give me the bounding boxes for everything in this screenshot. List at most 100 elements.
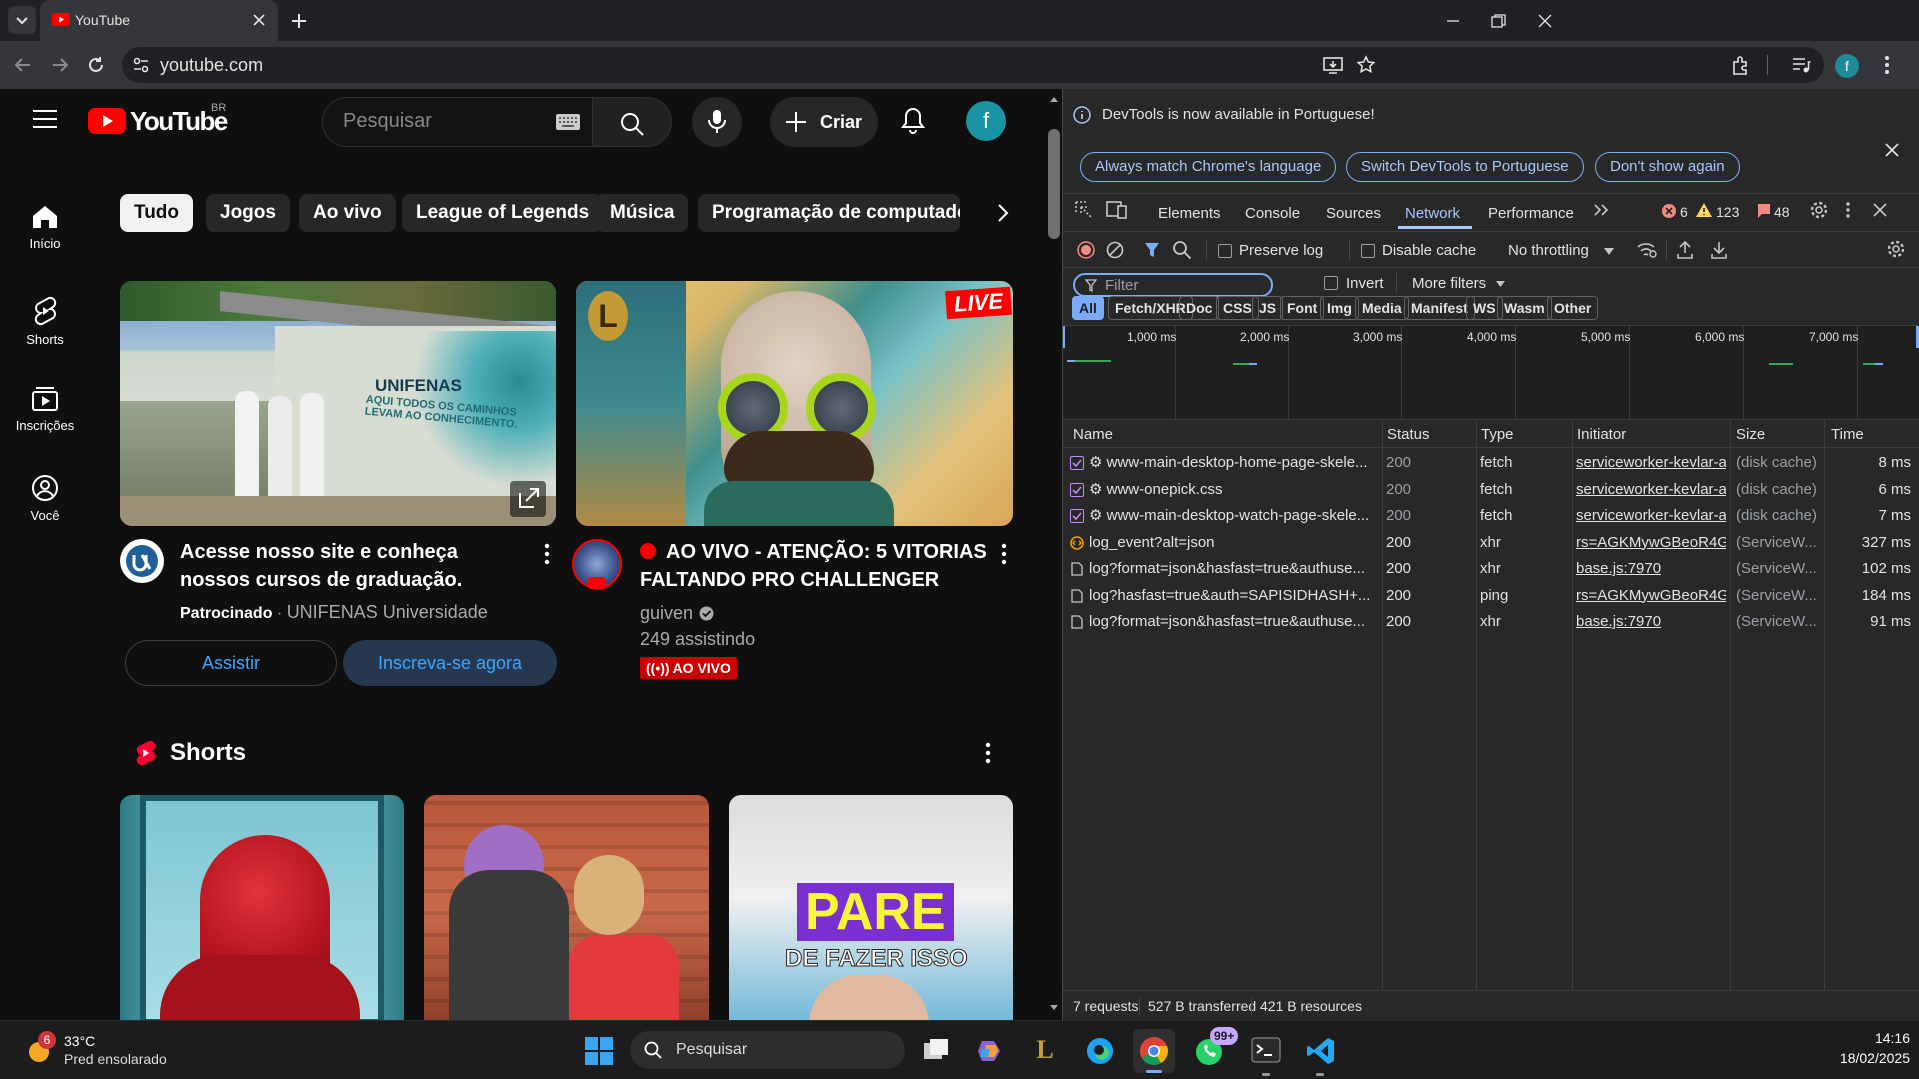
tab-sources[interactable]: Sources — [1326, 205, 1381, 222]
type-filter-manifest[interactable]: Manifest — [1404, 296, 1475, 320]
youtube-logo[interactable]: YouTube BR — [88, 102, 238, 136]
hamburger-menu-icon[interactable] — [33, 109, 57, 129]
network-overview-timeline[interactable]: 1,000 ms 2,000 ms 3,000 ms 4,000 ms 5,00… — [1063, 326, 1919, 419]
live-title[interactable]: AO VIVO - ATENÇÃO: 5 VITORIAS FALTANDO P… — [640, 538, 1000, 594]
switch-to-portuguese-button[interactable]: Switch DevTools to Portuguese — [1346, 152, 1584, 182]
type-filter-all[interactable]: All — [1072, 296, 1104, 320]
request-row[interactable]: ⚙ www-onepick.css 200 fetch serviceworker-k… — [1062, 477, 1919, 503]
notifications-bell-icon[interactable] — [900, 107, 926, 135]
install-app-icon[interactable] — [1322, 55, 1344, 75]
network-conditions-icon[interactable] — [1636, 240, 1658, 260]
close-tab-icon[interactable] — [252, 13, 266, 27]
yt-account-avatar[interactable]: f — [966, 101, 1006, 141]
more-tabs-icon[interactable] — [1593, 203, 1611, 217]
chip-league[interactable]: League of Legends — [402, 194, 604, 232]
filter-input[interactable]: Filter — [1073, 273, 1273, 297]
type-filter-js[interactable]: JS — [1252, 296, 1284, 320]
invert-checkbox[interactable] — [1324, 276, 1338, 290]
throttling-select[interactable]: No throttling — [1498, 238, 1616, 264]
request-row[interactable]: ⚙ www-main-desktop-home-page-skele... 200… — [1062, 450, 1919, 476]
always-match-language-button[interactable]: Always match Chrome's language — [1080, 152, 1337, 182]
reload-icon[interactable] — [86, 55, 106, 75]
yt-search-input[interactable]: Pesquisar — [322, 97, 592, 147]
back-icon[interactable] — [13, 55, 33, 75]
network-settings-icon[interactable] — [1887, 240, 1905, 258]
request-initiator[interactable]: serviceworker-kevlar-ap — [1576, 503, 1726, 529]
extensions-icon[interactable] — [1730, 54, 1752, 76]
scroll-down-icon[interactable] — [1049, 1004, 1059, 1012]
request-row[interactable]: log?format=json&hasfast=true&authuse... 2… — [1062, 556, 1919, 582]
ad-channel-avatar[interactable] — [120, 539, 164, 583]
media-controls-icon[interactable] — [1790, 54, 1812, 76]
terminal-icon[interactable] — [1251, 1037, 1281, 1063]
sidebar-item-shorts[interactable]: Shorts — [0, 296, 90, 347]
forward-icon[interactable] — [50, 55, 70, 75]
short-thumbnail-3[interactable]: PARE DE FAZER ISSO — [729, 795, 1013, 1020]
more-filters-dropdown[interactable]: More filters — [1412, 275, 1506, 292]
type-filter-wasm[interactable]: Wasm — [1497, 296, 1552, 320]
chrome-menu-icon[interactable] — [1883, 54, 1891, 76]
voice-search-button[interactable] — [692, 97, 742, 147]
export-har-icon[interactable] — [1710, 240, 1728, 260]
ad-thumbnail[interactable]: UNIFENAS AQUI TODOS OS CAMINHOS LEVAM AO… — [120, 281, 556, 526]
ad-external-link-icon[interactable] — [510, 481, 546, 517]
request-initiator[interactable]: base.js:7970 — [1576, 556, 1726, 582]
request-initiator[interactable]: serviceworker-kevlar-ap — [1576, 450, 1726, 476]
browser-tab-youtube[interactable]: YouTube — [40, 0, 278, 41]
filter-funnel-icon[interactable] — [1144, 241, 1160, 259]
device-toolbar-icon[interactable] — [1106, 200, 1128, 220]
col-time[interactable]: Time — [1831, 426, 1864, 443]
taskbar-search[interactable]: Pesquisar — [630, 1031, 905, 1069]
type-filter-font[interactable]: Font — [1280, 296, 1325, 320]
sidebar-item-subscriptions[interactable]: Inscrições — [0, 386, 90, 433]
clear-icon[interactable] — [1106, 241, 1124, 259]
chrome-taskbar-button[interactable] — [1133, 1029, 1175, 1073]
chip-programming[interactable]: Programação de computadores — [698, 194, 960, 232]
type-filter-media[interactable]: Media — [1355, 296, 1409, 320]
short-thumbnail-1[interactable] — [120, 795, 404, 1020]
ad-subscribe-button[interactable]: Inscreva-se agora — [343, 640, 557, 686]
tab-search-button[interactable] — [8, 6, 36, 34]
request-initiator[interactable]: rs=AGKMywGBeoR4GV — [1576, 583, 1726, 609]
chip-music[interactable]: Música — [596, 194, 689, 232]
copilot-icon[interactable] — [976, 1037, 1004, 1065]
request-row[interactable]: log_event?alt=json 200 xhr rs=AGKMywGBeoR4G… — [1062, 530, 1919, 556]
col-size[interactable]: Size — [1736, 426, 1765, 443]
short-thumbnail-2[interactable] — [424, 795, 709, 1020]
create-button[interactable]: Criar — [770, 97, 878, 147]
chip-games[interactable]: Jogos — [206, 194, 290, 232]
new-tab-icon[interactable] — [290, 12, 308, 30]
league-client-icon[interactable]: L — [1030, 1035, 1060, 1065]
network-search-icon[interactable] — [1172, 240, 1192, 260]
record-stop-icon[interactable] — [1077, 241, 1095, 259]
close-window-icon[interactable] — [1536, 12, 1554, 30]
keyboard-icon[interactable] — [556, 114, 580, 130]
omnibox[interactable]: youtube.com — [122, 47, 1824, 83]
minimize-icon[interactable] — [1444, 12, 1462, 30]
tab-network[interactable]: Network — [1405, 205, 1460, 222]
inspect-element-icon[interactable] — [1074, 200, 1094, 220]
import-har-icon[interactable] — [1676, 240, 1694, 260]
ad-watch-button[interactable]: Assistir — [125, 640, 337, 686]
weather-widget[interactable]: 6 33°C Pred ensolarado — [20, 1031, 240, 1071]
yt-scrollbar-thumb[interactable] — [1048, 129, 1060, 239]
sidebar-item-you[interactable]: Você — [0, 474, 90, 523]
live-more-icon[interactable] — [1001, 543, 1007, 565]
task-view-icon[interactable] — [922, 1037, 950, 1063]
chip-all[interactable]: Tudo — [120, 194, 194, 232]
devtools-menu-icon[interactable] — [1845, 201, 1851, 219]
site-info-icon[interactable] — [132, 56, 150, 74]
yt-search-button[interactable] — [592, 97, 672, 147]
request-row[interactable]: log?format=json&hasfast=true&authuse... 2… — [1062, 609, 1919, 635]
request-initiator[interactable]: rs=AGKMywGBeoR4GV — [1576, 530, 1726, 556]
request-initiator[interactable]: serviceworker-kevlar-ap — [1576, 477, 1726, 503]
col-status[interactable]: Status — [1387, 426, 1430, 443]
tab-console[interactable]: Console — [1245, 205, 1300, 222]
shorts-more-icon[interactable] — [985, 742, 991, 764]
bookmark-star-icon[interactable] — [1356, 55, 1376, 75]
close-infobar-icon[interactable] — [1885, 143, 1899, 157]
chip-next-icon[interactable] — [996, 203, 1010, 223]
edge-browser-icon[interactable] — [1085, 1036, 1115, 1066]
tab-elements[interactable]: Elements — [1158, 205, 1221, 222]
type-filter-img[interactable]: Img — [1320, 296, 1359, 320]
